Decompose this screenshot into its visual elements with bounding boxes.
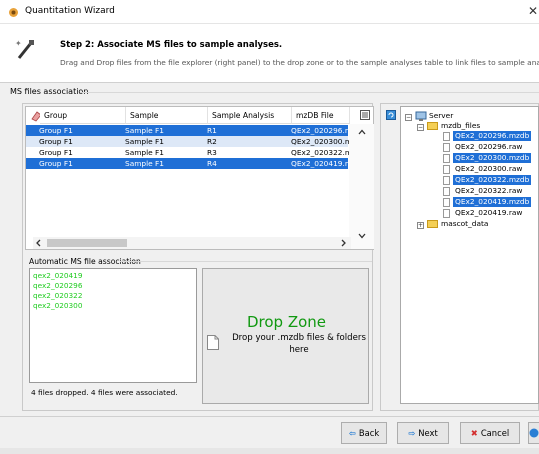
column-header-group[interactable]: Group <box>40 107 126 124</box>
table-row[interactable]: Group F1 Sample F1 R1 QEx2_020296.mzdb <box>26 125 365 136</box>
table-row[interactable]: Group F1 Sample F1 R3 QEx2_020322.mzdb <box>26 147 365 158</box>
cell-group: Group F1 <box>39 137 73 146</box>
scroll-up-icon[interactable] <box>358 129 366 135</box>
file-icon <box>443 164 450 174</box>
wand-icon: ✦ <box>15 39 34 59</box>
footer-divider <box>0 416 539 417</box>
scroll-thumb[interactable] <box>47 239 127 247</box>
scroll-down-icon[interactable] <box>358 233 366 239</box>
folder-icon <box>427 220 438 228</box>
list-item: qex2_020322 <box>33 291 83 300</box>
drop-zone-subtitle: Drop your .mzdb files & folders here <box>232 333 366 355</box>
tree-node-file[interactable]: QEx2_020419.mzdb <box>453 197 532 207</box>
tree-node-file[interactable]: QEx2_020296.raw <box>455 142 522 152</box>
table-row[interactable]: Group F1 Sample F1 R4 QEx2_020419.mzdb <box>26 158 365 169</box>
table-row[interactable]: Group F1 Sample F1 R2 QEx2_020300.mzdb <box>26 136 365 147</box>
cell-analysis: R3 <box>207 148 217 157</box>
column-header-sample-analysis[interactable]: Sample Analysis <box>208 107 292 124</box>
ms-files-group-label: MS files association <box>10 87 89 96</box>
next-button-label: Next <box>418 428 438 438</box>
scroll-right-icon[interactable] <box>340 239 347 247</box>
file-icon <box>443 131 450 141</box>
back-button-label: Back <box>358 428 380 438</box>
file-tree[interactable]: − Server − mzdb_files QEx2_020296.mzdb Q… <box>400 106 539 404</box>
tree-node-server[interactable]: Server <box>429 111 453 121</box>
list-item: qex2_020300 <box>33 301 83 310</box>
folder-icon <box>427 122 438 130</box>
cell-sample: Sample F1 <box>125 126 165 135</box>
cell-group: Group F1 <box>39 126 73 135</box>
column-header-sample[interactable]: Sample <box>126 107 208 124</box>
step-title: Step 2: Associate MS files to sample ana… <box>60 40 283 50</box>
drop-zone-title: Drop Zone <box>246 313 327 331</box>
tree-node-folder[interactable]: mzdb_files <box>441 121 480 131</box>
column-chooser-icon[interactable] <box>360 110 370 120</box>
server-icon <box>415 111 427 121</box>
title-bar: Quantitation Wizard ✕ <box>0 0 539 24</box>
association-list[interactable]: qex2_020419 qex2_020296 qex2_020322 qex2… <box>29 268 197 383</box>
cancel-x-icon: ✖ <box>470 428 478 438</box>
group-divider <box>120 261 372 262</box>
help-button[interactable] <box>528 422 539 444</box>
tree-node-file[interactable]: QEx2_020296.mzdb <box>453 131 532 141</box>
arrow-right-icon: ⇨ <box>408 428 416 438</box>
tree-node-file[interactable]: QEx2_020300.mzdb <box>453 153 532 163</box>
tree-node-folder[interactable]: mascot_data <box>441 219 488 229</box>
collapse-icon[interactable]: − <box>417 124 424 131</box>
file-icon <box>443 186 450 196</box>
refresh-icon[interactable] <box>386 110 396 120</box>
file-icon <box>443 153 450 163</box>
tree-node-file[interactable]: QEx2_020322.raw <box>455 186 522 196</box>
list-item: qex2_020419 <box>33 271 83 280</box>
expand-icon[interactable]: + <box>417 222 424 229</box>
scroll-left-icon[interactable] <box>35 239 42 247</box>
horizontal-scrollbar[interactable] <box>33 237 351 249</box>
status-strip <box>0 448 539 454</box>
back-button[interactable]: ⇦ Back <box>341 422 387 444</box>
cell-sample: Sample F1 <box>125 148 165 157</box>
tree-node-file[interactable]: QEx2_020300.raw <box>455 164 522 174</box>
cell-group: Group F1 <box>39 159 73 168</box>
cell-analysis: R4 <box>207 159 217 168</box>
file-icon <box>443 142 450 152</box>
window-title: Quantitation Wizard <box>25 6 115 16</box>
cell-analysis: R2 <box>207 137 217 146</box>
svg-text:✦: ✦ <box>15 39 22 48</box>
next-button[interactable]: ⇨ Next <box>397 422 449 444</box>
wizard-header: ✦ Step 2: Associate MS files to sample a… <box>0 24 539 83</box>
sample-analyses-table[interactable]: Group Sample Sample Analysis mzDB File G… <box>25 106 374 250</box>
arrow-left-icon: ⇦ <box>348 428 356 438</box>
file-icon <box>443 208 450 218</box>
close-icon[interactable]: ✕ <box>528 4 538 18</box>
cell-analysis: R1 <box>207 126 217 135</box>
collapse-icon[interactable]: − <box>405 114 412 121</box>
list-item: qex2_020296 <box>33 281 83 290</box>
cell-sample: Sample F1 <box>125 137 165 146</box>
file-icon <box>207 335 219 350</box>
file-icon <box>443 175 450 185</box>
tree-node-file[interactable]: QEx2_020419.raw <box>455 208 522 218</box>
association-status: 4 files dropped. 4 files were associated… <box>31 388 178 397</box>
cell-group: Group F1 <box>39 148 73 157</box>
cancel-button-label: Cancel <box>480 428 510 438</box>
file-icon <box>443 197 450 207</box>
tree-node-file[interactable]: QEx2_020322.mzdb <box>453 175 532 185</box>
group-divider <box>80 92 539 93</box>
step-description: Drag and Drop files from the file explor… <box>60 58 539 67</box>
drop-zone[interactable]: Drop Zone Drop your .mzdb files & folder… <box>202 268 369 404</box>
cancel-button[interactable]: ✖ Cancel <box>460 422 520 444</box>
column-header-mzdb-file[interactable]: mzDB File <box>292 107 350 124</box>
vertical-scrollbar[interactable] <box>349 124 374 249</box>
cell-sample: Sample F1 <box>125 159 165 168</box>
help-icon <box>529 428 539 438</box>
app-icon <box>9 8 18 17</box>
